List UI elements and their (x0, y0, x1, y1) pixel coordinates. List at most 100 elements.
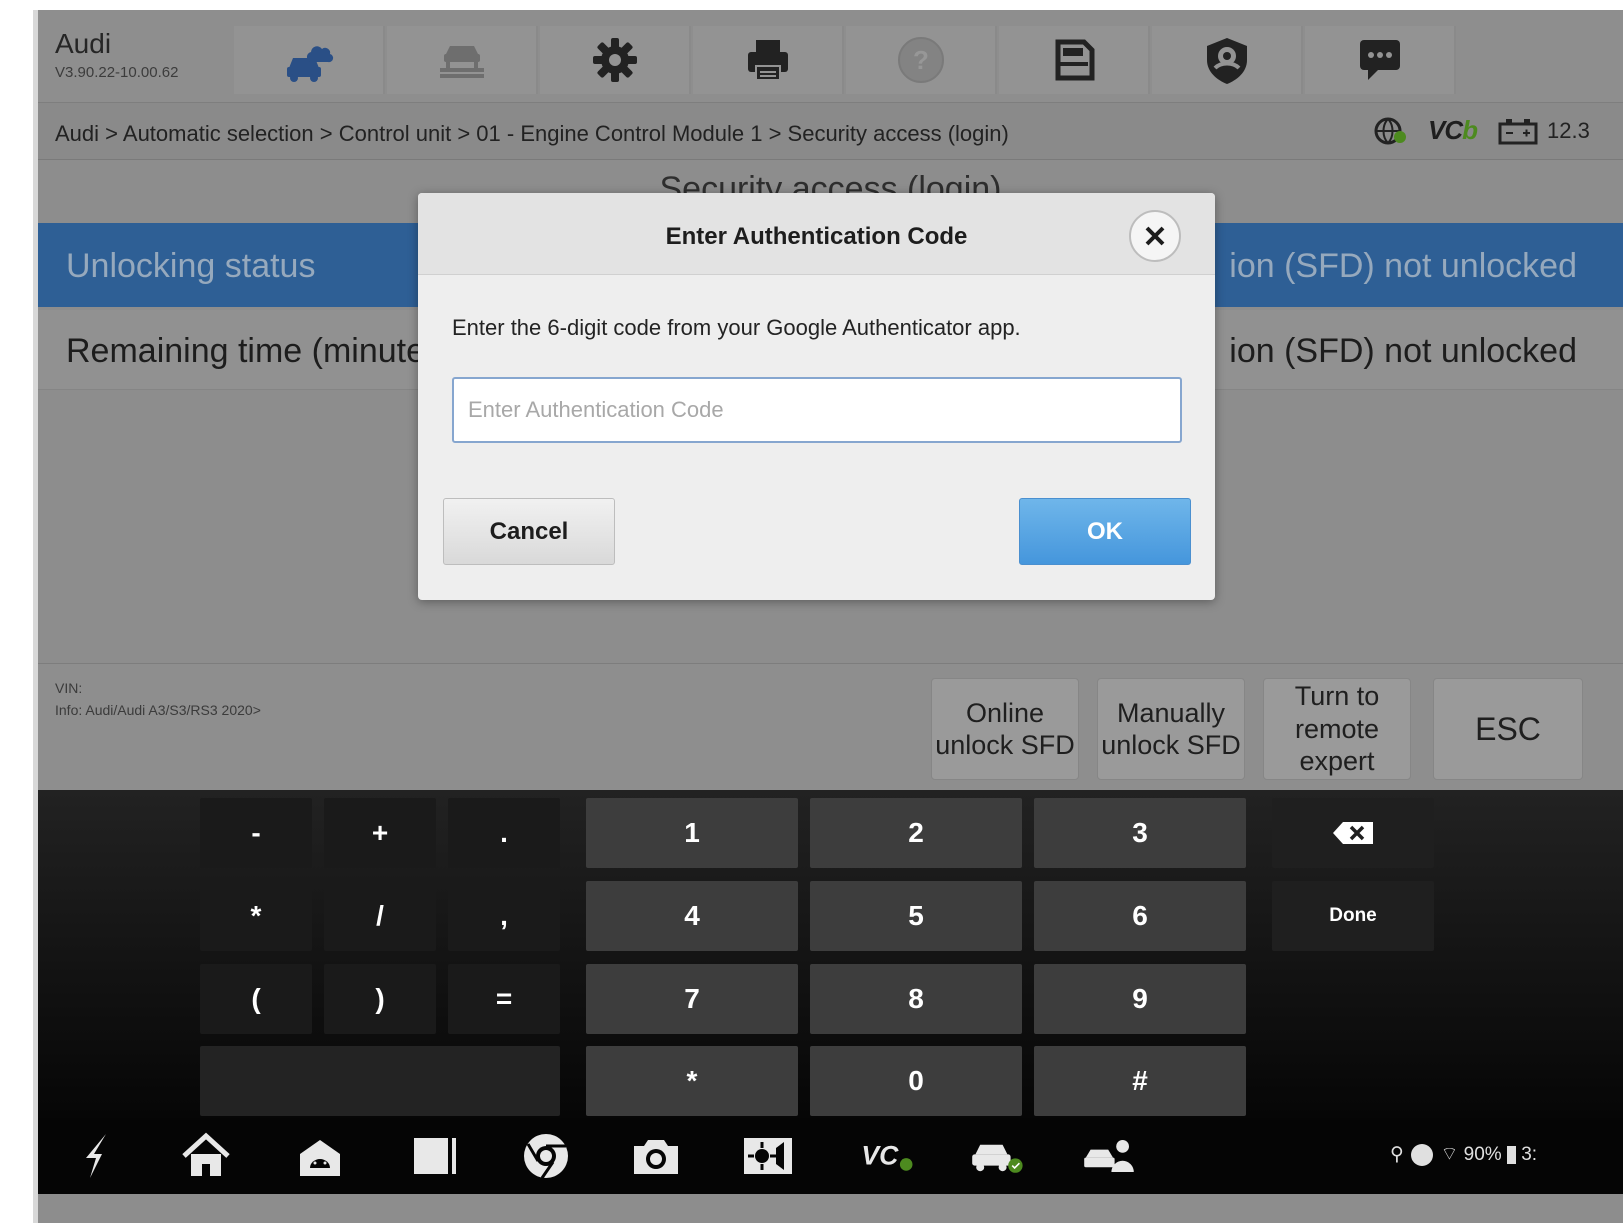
messages-button[interactable] (1305, 26, 1456, 94)
recents-button[interactable] (404, 1128, 464, 1184)
key-star[interactable]: * (586, 1046, 798, 1116)
brightness-icon (744, 1138, 792, 1174)
system-status: ⚲ ⌔ 90% 3: (1390, 1142, 1537, 1166)
remote-expert-button[interactable]: Turn to remote expert (1263, 678, 1411, 780)
key-0[interactable]: 0 (810, 1046, 1022, 1116)
key-space[interactable] (200, 1046, 560, 1116)
vehicle-info: Info: Audi/Audi A3/S3/RS3 2020> (55, 702, 261, 718)
vin-label: VIN: (55, 680, 83, 696)
car-cloud-button[interactable] (234, 26, 385, 94)
connection-status: VCb 12.3 (1374, 115, 1590, 146)
key-hash[interactable]: # (1034, 1046, 1246, 1116)
car-lift-icon (439, 46, 484, 78)
cancel-button[interactable]: Cancel (443, 498, 615, 565)
function-footer: VIN: Info: Audi/Audi A3/S3/RS3 2020> Onl… (38, 663, 1623, 790)
gear-icon (592, 38, 637, 82)
printer-icon (747, 40, 788, 81)
backspace-key[interactable] (1272, 798, 1434, 868)
location-icon: ⚲ (1390, 1144, 1404, 1165)
globe-icon (1374, 117, 1406, 144)
vehicle-check-button[interactable] (962, 1128, 1032, 1184)
app-brand: Audi V3.90.22-10.00.62 (55, 28, 178, 81)
online-unlock-sfd-button[interactable]: Online unlock SFD (931, 678, 1079, 780)
key-plus[interactable]: + (324, 798, 436, 868)
auth-code-dialog: Enter Authentication Code Enter the 6-di… (418, 193, 1215, 600)
remote-support-button[interactable] (1074, 1128, 1144, 1184)
remote-support-icon (1084, 1140, 1134, 1172)
security-button[interactable] (1152, 26, 1303, 94)
key-5[interactable]: 5 (810, 881, 1022, 951)
row-value: ion (SFD) not unlocked (1229, 332, 1577, 370)
app-screen: Audi V3.90.22-10.00.62 ? Audi > Automati… (38, 10, 1623, 1223)
numeric-keyboard: - + . * / , ( ) = 1 2 3 4 5 6 7 8 9 * 0 … (38, 790, 1623, 1118)
esc-button[interactable]: ESC (1433, 678, 1583, 780)
ok-button[interactable]: OK (1019, 498, 1191, 565)
battery-icon (1498, 118, 1538, 144)
save-button[interactable] (999, 26, 1150, 94)
chat-icon (1359, 40, 1400, 80)
help-button[interactable]: ? (846, 26, 997, 94)
help-icon: ? (897, 37, 944, 83)
key-asterisk[interactable]: * (200, 881, 312, 951)
breadcrumb: Audi > Automatic selection > Control uni… (55, 121, 1009, 146)
key-comma[interactable]: , (448, 881, 560, 951)
key-8[interactable]: 8 (810, 964, 1022, 1034)
browser-button[interactable] (516, 1128, 576, 1184)
settings-button[interactable] (540, 26, 691, 94)
app-name: Audi (55, 28, 112, 59)
dialog-header: Enter Authentication Code (418, 193, 1215, 275)
backspace-icon (1333, 822, 1373, 844)
key-2[interactable]: 2 (810, 798, 1022, 868)
key-open-paren[interactable]: ( (200, 964, 312, 1034)
android-home-button[interactable] (290, 1128, 350, 1184)
key-slash[interactable]: / (324, 881, 436, 951)
back-icon (86, 1134, 106, 1178)
key-3[interactable]: 3 (1034, 798, 1246, 868)
vci-status: VCb (1428, 115, 1478, 146)
car-cloud-icon (286, 46, 333, 82)
home-icon (182, 1132, 230, 1176)
camera-icon (634, 1140, 678, 1174)
svg-text:?: ? (913, 45, 929, 75)
car-lift-button[interactable] (387, 26, 538, 94)
bluetooth-icon (1411, 1143, 1434, 1166)
vci-label: VC (1428, 115, 1463, 145)
home-button[interactable] (176, 1128, 236, 1184)
key-close-paren[interactable]: ) (324, 964, 436, 1034)
key-9[interactable]: 9 (1034, 964, 1246, 1034)
key-7[interactable]: 7 (586, 964, 798, 1034)
key-4[interactable]: 4 (586, 881, 798, 951)
vci-manager-button[interactable]: VC (848, 1128, 928, 1184)
breadcrumb-bar: Audi > Automatic selection > Control uni… (38, 102, 1623, 160)
chrome-icon (524, 1134, 568, 1179)
car-check-icon (972, 1144, 1023, 1173)
dialog-title: Enter Authentication Code (665, 223, 968, 250)
manual-unlock-sfd-button[interactable]: Manually unlock SFD (1097, 678, 1245, 780)
key-1[interactable]: 1 (586, 798, 798, 868)
dialog-close-button[interactable] (1129, 210, 1181, 262)
brightness-button[interactable] (738, 1128, 798, 1184)
battery-level-icon (1506, 1145, 1516, 1164)
row-value: ion (SFD) not unlocked (1229, 247, 1577, 285)
clock: 3: (1521, 1144, 1538, 1165)
key-minus[interactable]: - (200, 798, 312, 868)
recents-icon (414, 1138, 456, 1174)
auth-code-input[interactable] (452, 377, 1182, 443)
battery-voltage: 12.3 (1547, 117, 1590, 143)
row-label: Unlocking status (66, 247, 316, 285)
android-icon (300, 1140, 340, 1176)
key-equals[interactable]: = (448, 964, 560, 1034)
back-button[interactable] (66, 1128, 126, 1184)
close-icon (1145, 226, 1165, 246)
app-version: V3.90.22-10.00.62 (55, 64, 179, 81)
print-button[interactable] (693, 26, 844, 94)
key-6[interactable]: 6 (1034, 881, 1246, 951)
screenshot-button[interactable] (626, 1128, 686, 1184)
shield-icon (1206, 38, 1247, 84)
key-period[interactable]: . (448, 798, 560, 868)
system-nav-bar: VC ⚲ ⌔ 90% 3: (38, 1118, 1623, 1194)
dialog-message: Enter the 6-digit code from your Google … (452, 315, 1021, 340)
done-key[interactable]: Done (1272, 881, 1434, 951)
top-toolbar: Audi V3.90.22-10.00.62 ? (38, 10, 1623, 102)
vci-icon: VC (861, 1140, 913, 1171)
